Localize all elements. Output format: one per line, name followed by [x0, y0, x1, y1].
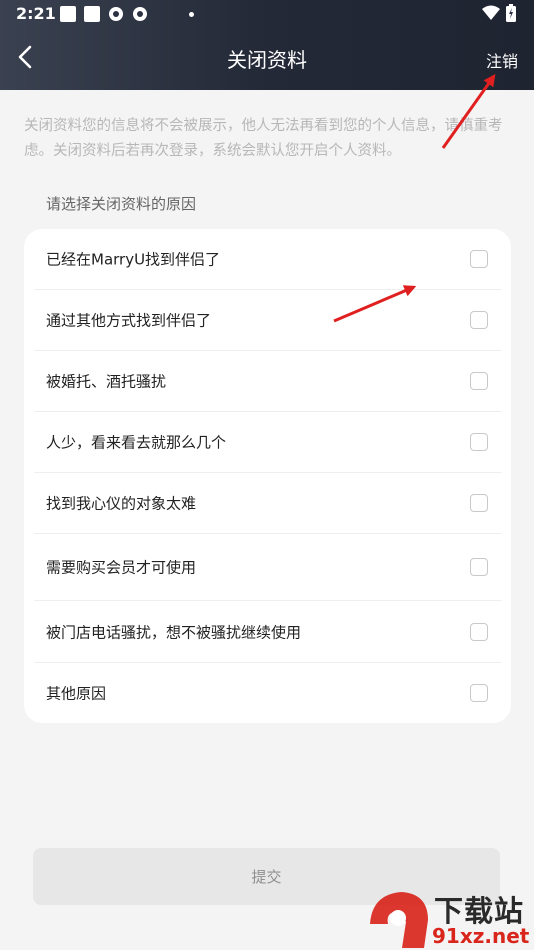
reason-checkbox[interactable]	[470, 558, 488, 576]
reason-label: 已经在MarryU找到伴侣了	[46, 250, 221, 269]
app-notification-icon	[133, 7, 147, 21]
section-label: 请选择关闭资料的原因	[46, 195, 197, 213]
header: 2:21 关闭资料 注销	[0, 0, 534, 90]
reason-checkbox[interactable]	[470, 494, 488, 512]
reason-label: 通过其他方式找到伴侣了	[46, 311, 212, 330]
reason-item[interactable]: 人少，看来看去就那么几个	[34, 412, 501, 473]
reason-item[interactable]: 已经在MarryU找到伴侣了	[34, 229, 501, 290]
notification-square-icon	[60, 6, 76, 22]
more-notifications-dot-icon	[189, 12, 194, 17]
reason-item[interactable]: 被门店电话骚扰，想不被骚扰继续使用	[34, 601, 501, 663]
deregister-button[interactable]: 注销	[486, 48, 518, 72]
battery-icon	[506, 4, 516, 22]
status-time: 2:21	[16, 4, 56, 23]
wifi-icon	[482, 5, 500, 20]
watermark-url: 91xz.net	[432, 924, 530, 948]
reason-item[interactable]: 通过其他方式找到伴侣了	[34, 290, 501, 351]
reason-label: 被婚托、酒托骚扰	[46, 372, 167, 391]
notice-text: 关闭资料您的信息将不会被展示，他人无法再看到您的个人信息，请慎重考虑。关闭资料后…	[24, 118, 503, 159]
reason-checkbox[interactable]	[470, 684, 488, 702]
reason-checkbox[interactable]	[470, 622, 488, 641]
reason-checkbox[interactable]	[470, 311, 488, 329]
app-notification-icon	[109, 7, 123, 21]
reason-item[interactable]: 找到我心仪的对象太难	[34, 473, 501, 534]
page-title: 关闭资料	[227, 48, 307, 72]
reason-label: 被门店电话骚扰，想不被骚扰继续使用	[46, 623, 302, 641]
reason-label: 其他原因	[46, 684, 107, 703]
reason-item[interactable]: 其他原因	[34, 663, 501, 723]
reason-label: 找到我心仪的对象太难	[46, 494, 197, 513]
status-bar: 2:21	[0, 0, 534, 28]
notification-square-icon	[84, 6, 100, 22]
reason-label: 需要购买会员才可使用	[46, 558, 197, 577]
reason-item[interactable]: 被婚托、酒托骚扰	[34, 351, 501, 412]
reason-label: 人少，看来看去就那么几个	[46, 433, 227, 452]
reason-checkbox[interactable]	[470, 433, 488, 451]
reason-item[interactable]: 需要购买会员才可使用	[34, 534, 501, 601]
reason-list: 已经在MarryU找到伴侣了 通过其他方式找到伴侣了 被婚托、酒托骚扰 人少，看…	[24, 229, 511, 723]
reason-checkbox[interactable]	[470, 372, 488, 390]
reason-checkbox[interactable]	[470, 250, 488, 268]
